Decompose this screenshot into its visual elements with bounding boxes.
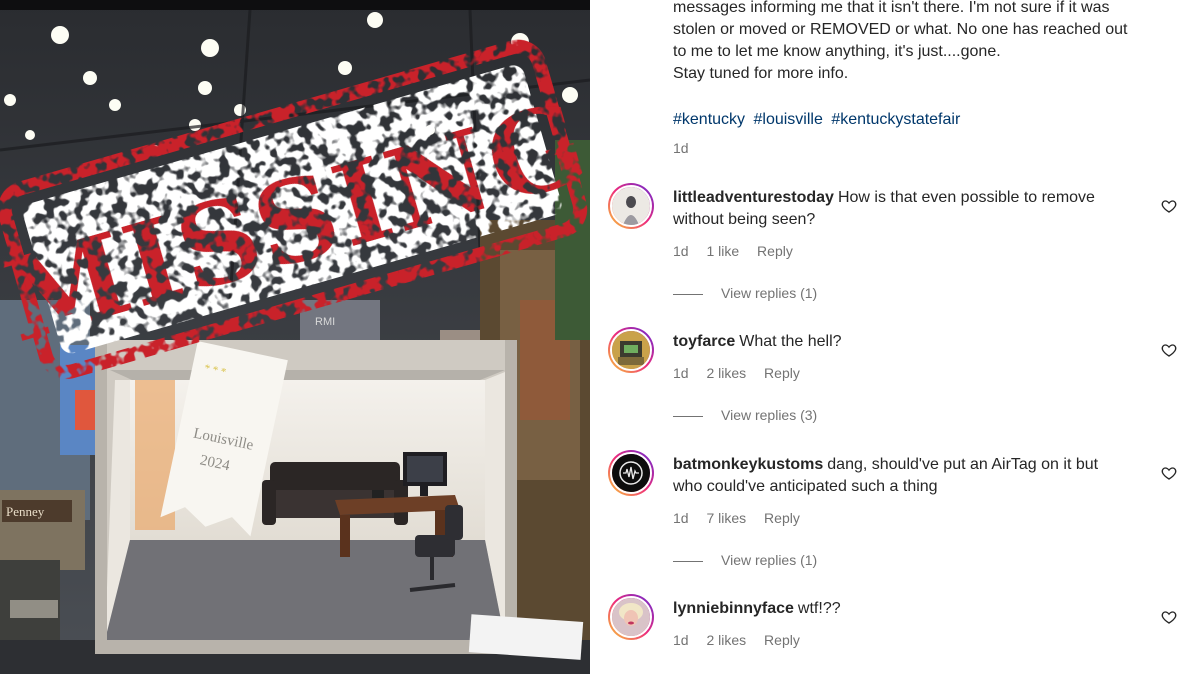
booth-sign: RMI — [315, 316, 335, 328]
post-timestamp: 1d — [673, 140, 689, 156]
hashtag-link[interactable]: #kentucky — [673, 111, 745, 128]
like-heart-icon[interactable] — [1161, 609, 1177, 625]
comment-likes[interactable]: 1 like — [706, 243, 739, 259]
like-heart-icon[interactable] — [1161, 465, 1177, 481]
avatar-logo-icon — [610, 452, 652, 494]
reply-button[interactable]: Reply — [764, 632, 800, 648]
comment-meta: 1d 2 likes Reply — [673, 365, 814, 381]
comment-meta: 1d 1 like Reply — [673, 243, 807, 259]
comment-meta: 1d 2 likes Reply — [673, 632, 814, 648]
view-replies-button[interactable]: View replies (1) — [673, 285, 817, 301]
replies-divider — [673, 415, 703, 417]
post-caption: messages informing me that it isn't ther… — [673, 0, 1173, 85]
comment-age: 1d — [673, 632, 689, 648]
comments-panel: messages informing me that it isn't ther… — [590, 0, 1200, 674]
media-illustration: Penney RMI * * * Louisville 2024 MISSING — [0, 0, 590, 674]
reply-button[interactable]: Reply — [764, 365, 800, 381]
avatar[interactable] — [608, 594, 654, 640]
avatar[interactable] — [608, 450, 654, 496]
like-heart-icon[interactable] — [1161, 342, 1177, 358]
comment-age: 1d — [673, 243, 689, 259]
hashtag-link[interactable]: #kentuckystatefair — [831, 111, 960, 128]
comment-text-continued: without being seen? — [673, 211, 816, 228]
caption-line: messages informing me that it isn't ther… — [673, 0, 1110, 16]
comment-likes[interactable]: 7 likes — [706, 510, 746, 526]
view-replies-label: View replies (1) — [721, 552, 818, 568]
comment-body: toyfarce What the hell? — [673, 331, 1133, 353]
reply-button[interactable]: Reply — [764, 510, 800, 526]
like-heart-icon[interactable] — [1161, 198, 1177, 214]
caption-line: Stay tuned for more info. — [673, 65, 849, 82]
avatar-photo-icon — [610, 596, 652, 638]
comment-text: What the hell? — [739, 333, 842, 350]
store-sign: Penney — [6, 504, 45, 519]
hashtag-list: #kentucky #louisville #kentuckystatefair — [673, 109, 964, 131]
comment-username[interactable]: batmonkeykustoms — [673, 456, 823, 473]
comment-text: dang, should've put an AirTag on it but — [827, 456, 1099, 473]
avatar-photo-icon — [610, 329, 652, 371]
post-media: Penney RMI * * * Louisville 2024 MISSING — [0, 0, 590, 674]
caption-line: stolen or moved or REMOVED or what. No o… — [673, 21, 1128, 38]
comment-text-continued: who could've anticipated such a thing — [673, 478, 938, 495]
view-replies-button[interactable]: View replies (1) — [673, 552, 817, 568]
miniature-room — [95, 340, 517, 654]
comment-text: How is that even possible to remove — [837, 189, 1095, 206]
comment-body: littleadventurestoday How is that even po… — [673, 187, 1133, 231]
comment-meta: 1d 7 likes Reply — [673, 510, 814, 526]
comment-age: 1d — [673, 365, 689, 381]
view-replies-button[interactable]: View replies (3) — [673, 407, 817, 423]
comment-username[interactable]: lynniebinnyface — [673, 600, 794, 617]
caption-line: to me to let me know anything, it's just… — [673, 43, 1001, 60]
avatar[interactable] — [608, 183, 654, 229]
avatar[interactable] — [608, 327, 654, 373]
comment-age: 1d — [673, 510, 689, 526]
replies-divider — [673, 560, 703, 562]
comment-likes[interactable]: 2 likes — [706, 632, 746, 648]
avatar-photo-icon — [610, 185, 652, 227]
reply-button[interactable]: Reply — [757, 243, 793, 259]
comment-body: batmonkeykustoms dang, should've put an A… — [673, 454, 1133, 498]
comment-username[interactable]: toyfarce — [673, 333, 735, 350]
comment-likes[interactable]: 2 likes — [706, 365, 746, 381]
hashtag-link[interactable]: #louisville — [754, 111, 823, 128]
view-replies-label: View replies (1) — [721, 285, 818, 301]
view-replies-label: View replies (3) — [721, 407, 818, 423]
comment-text: wtf!?? — [797, 600, 841, 617]
comment-body: lynniebinnyface wtf!?? — [673, 598, 1133, 620]
comment-username[interactable]: littleadventurestoday — [673, 189, 834, 206]
replies-divider — [673, 293, 703, 295]
